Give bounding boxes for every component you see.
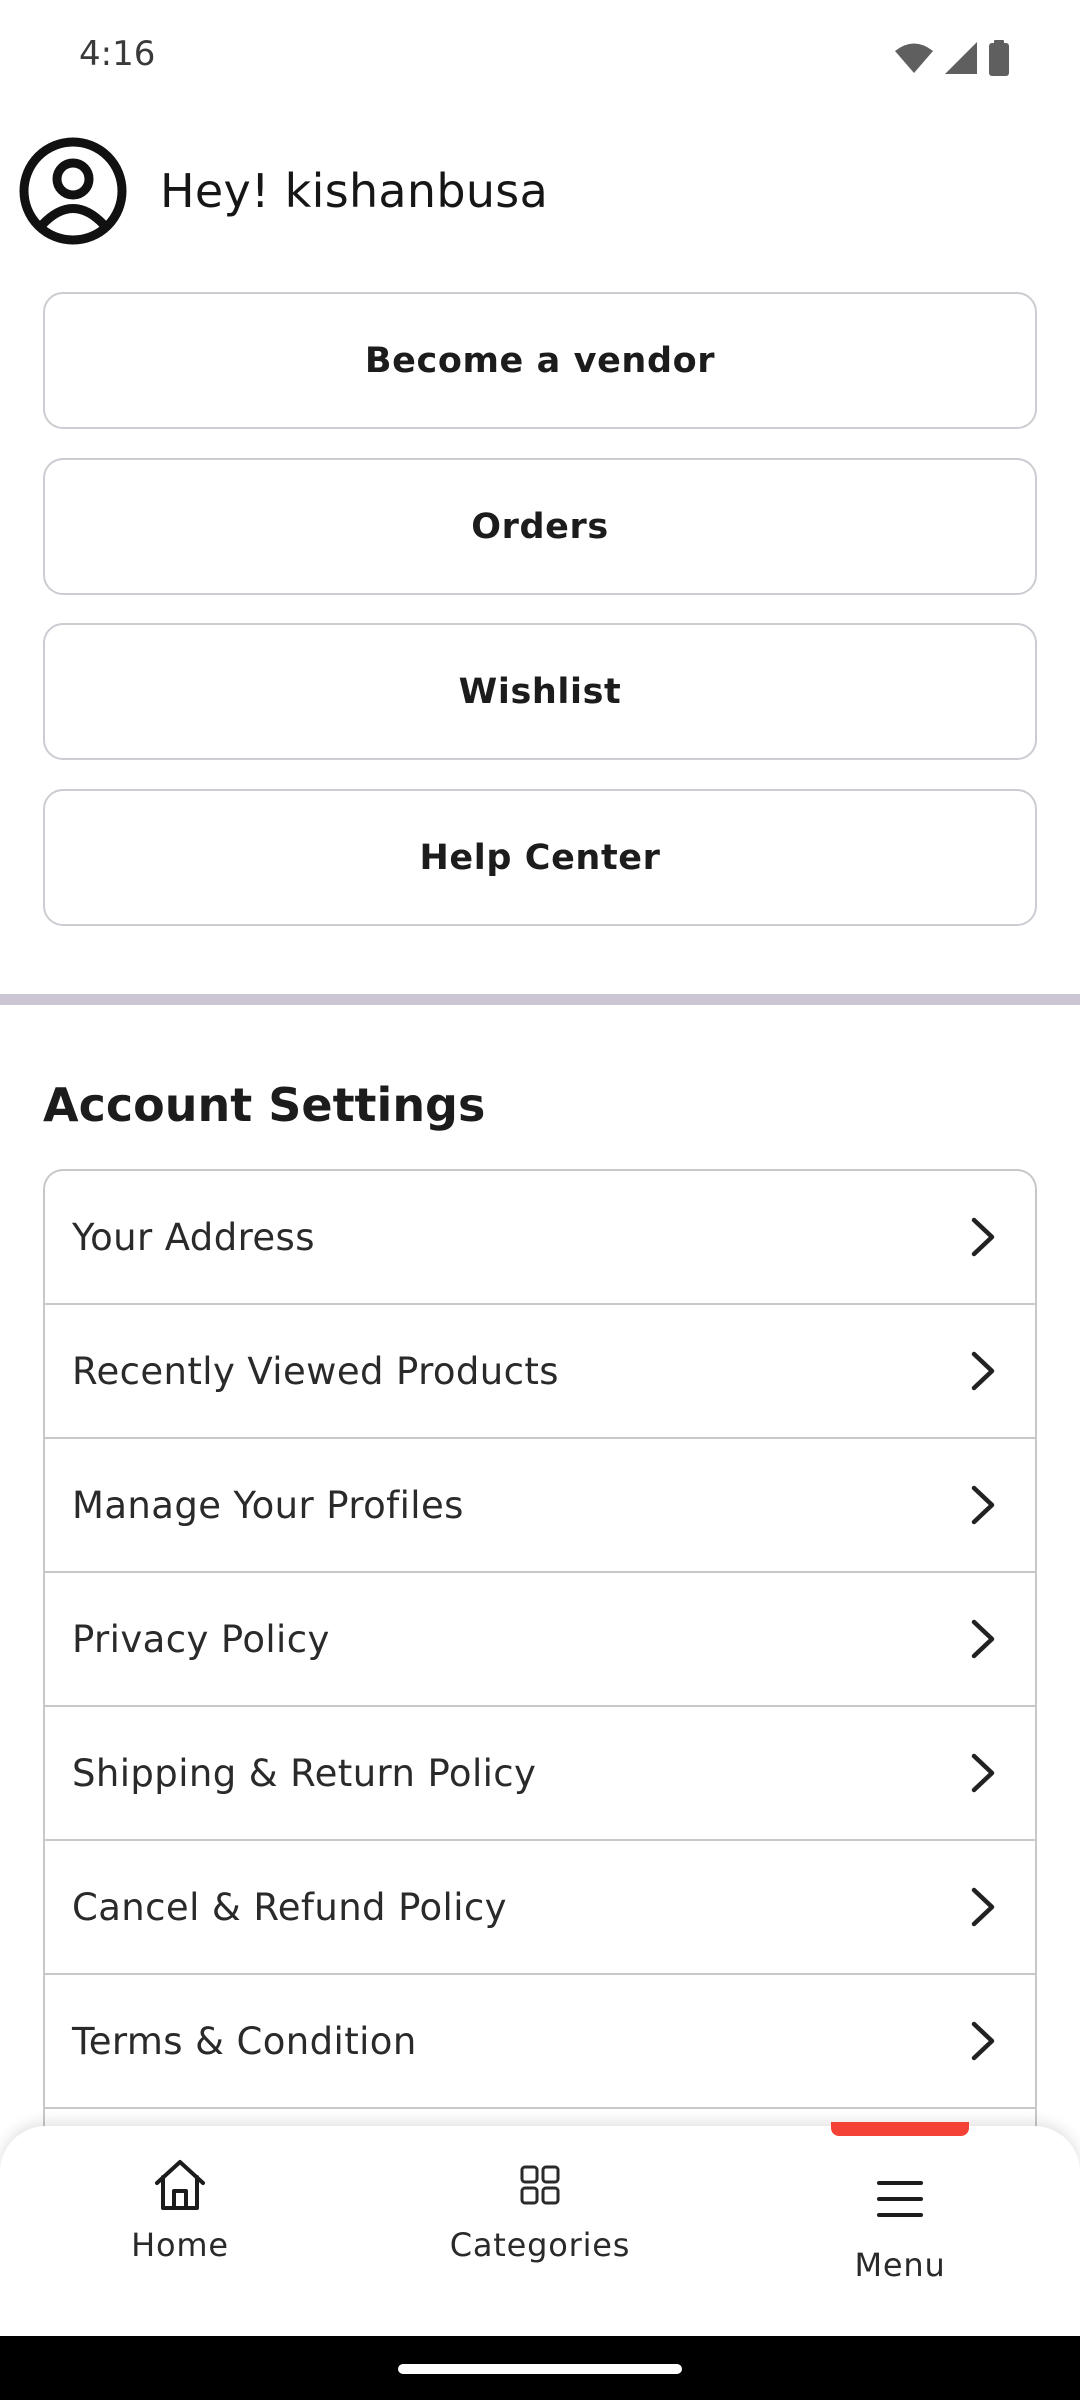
settings-item-label: Manage Your Profiles bbox=[72, 1483, 464, 1527]
section-divider bbox=[0, 994, 1080, 1005]
user-avatar-icon[interactable] bbox=[18, 136, 128, 246]
account-settings-title: Account Settings bbox=[43, 1078, 486, 1132]
settings-item-shipping-return[interactable]: Shipping & Return Policy bbox=[45, 1707, 1035, 1841]
settings-item-recently-viewed[interactable]: Recently Viewed Products bbox=[45, 1305, 1035, 1439]
bottom-navigation: Home Categories Menu bbox=[0, 2126, 1080, 2336]
wishlist-button[interactable]: Wishlist bbox=[43, 623, 1037, 760]
settings-item-label: Cancel & Refund Policy bbox=[72, 1885, 507, 1929]
grid-icon bbox=[520, 2165, 560, 2205]
help-center-button[interactable]: Help Center bbox=[43, 789, 1037, 926]
active-tab-indicator bbox=[831, 2122, 969, 2136]
chevron-right-icon bbox=[971, 2021, 995, 2061]
settings-item-terms-condition[interactable]: Terms & Condition bbox=[45, 1975, 1035, 2109]
chevron-right-icon bbox=[971, 1887, 995, 1927]
settings-item-label: Shipping & Return Policy bbox=[72, 1751, 537, 1795]
menu-icon bbox=[877, 2181, 923, 2217]
battery-icon bbox=[989, 40, 1009, 76]
chevron-right-icon bbox=[971, 1217, 995, 1257]
profile-header: Hey! kishanbusa bbox=[18, 136, 548, 246]
become-vendor-button[interactable]: Become a vendor bbox=[43, 292, 1037, 429]
status-time: 4:16 bbox=[79, 34, 156, 74]
wifi-icon bbox=[895, 43, 933, 73]
settings-item-cancel-refund[interactable]: Cancel & Refund Policy bbox=[45, 1841, 1035, 1975]
home-gesture-handle[interactable] bbox=[398, 2364, 682, 2374]
status-icons bbox=[894, 40, 1010, 76]
nav-menu-label: Menu bbox=[854, 2246, 946, 2284]
gesture-navigation-bar bbox=[0, 2336, 1080, 2400]
settings-item-manage-profiles[interactable]: Manage Your Profiles bbox=[45, 1439, 1035, 1573]
settings-item-label: Your Address bbox=[72, 1215, 315, 1259]
settings-item-privacy-policy[interactable]: Privacy Policy bbox=[45, 1573, 1035, 1707]
status-bar: 4:16 bbox=[0, 0, 1080, 116]
nav-categories-label: Categories bbox=[449, 2226, 631, 2264]
chevron-right-icon bbox=[971, 1351, 995, 1391]
settings-item-label: Terms & Condition bbox=[72, 2019, 417, 2063]
chevron-right-icon bbox=[971, 1485, 995, 1525]
orders-button[interactable]: Orders bbox=[43, 458, 1037, 595]
nav-categories[interactable]: Categories bbox=[390, 2126, 690, 2336]
nav-home-label: Home bbox=[131, 2226, 229, 2264]
nav-home[interactable]: Home bbox=[30, 2126, 330, 2336]
chevron-right-icon bbox=[971, 1619, 995, 1659]
nav-menu[interactable]: Menu bbox=[750, 2126, 1050, 2336]
chevron-right-icon bbox=[971, 1753, 995, 1793]
settings-item-label: Privacy Policy bbox=[72, 1617, 330, 1661]
home-icon bbox=[155, 2160, 205, 2210]
greeting-text: Hey! kishanbusa bbox=[160, 164, 549, 218]
cell-signal-icon bbox=[945, 42, 977, 74]
screen: 4:16 Hey! kishanbusa Become a vendor Ord… bbox=[0, 0, 1080, 2400]
settings-item-your-address[interactable]: Your Address bbox=[45, 1171, 1035, 1305]
settings-item-label: Recently Viewed Products bbox=[72, 1349, 559, 1393]
